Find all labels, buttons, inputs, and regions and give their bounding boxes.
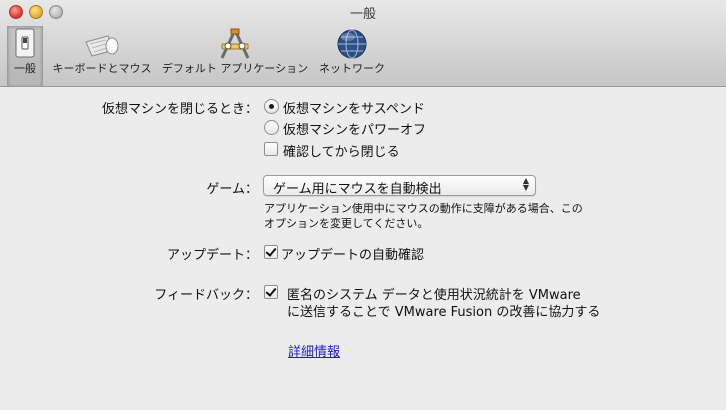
details-link[interactable]: 詳細情報 — [288, 341, 340, 360]
feedback-label: フィードバック： — [154, 288, 258, 303]
game-mouse-select[interactable]: ゲーム用にマウスを自動検出 ▲ ▼ — [263, 175, 536, 197]
confirm-before-close-label[interactable]: 確認してから閉じる — [283, 141, 400, 160]
applications-icon — [218, 28, 252, 64]
toolbar-item-label: デフォルト アプリケーション — [161, 62, 309, 75]
suspend-radio[interactable] — [264, 99, 279, 114]
network-globe-icon — [336, 28, 368, 64]
window-title: 一般 — [349, 7, 376, 22]
toolbar-item-keyboard-mouse[interactable]: キーボードとマウス — [50, 26, 154, 86]
auto-update-checkbox[interactable] — [264, 245, 278, 259]
suspend-option-label[interactable]: 仮想マシンをサスペンド — [283, 98, 425, 117]
toolbar-item-label: キーボードとマウス — [52, 62, 152, 75]
keyboard-mouse-icon — [82, 28, 122, 62]
power-off-option-label[interactable]: 仮想マシンをパワーオフ — [283, 119, 426, 138]
toolbar-item-network[interactable]: ネットワーク — [316, 26, 388, 86]
switch-icon — [14, 28, 36, 62]
toolbar-item-general[interactable]: 一般 — [7, 26, 43, 86]
feedback-checkbox[interactable] — [264, 285, 278, 299]
update-label: アップデート： — [166, 248, 258, 263]
preferences-content: 仮想マシンを閉じるとき： 仮想マシンをサスペンド 仮想マシンをパワーオフ 確認し… — [0, 87, 726, 410]
toolbar-item-label: ネットワーク — [319, 62, 385, 75]
toolbar-item-label: 一般 — [14, 62, 36, 75]
game-label: ゲーム： — [206, 182, 258, 197]
auto-update-label[interactable]: アップデートの自動確認 — [281, 244, 424, 263]
close-vm-label: 仮想マシンを閉じるとき： — [101, 102, 258, 117]
confirm-before-close-checkbox[interactable] — [264, 142, 278, 156]
power-off-radio[interactable] — [264, 120, 279, 135]
game-mouse-select-value: ゲーム用にマウスを自動検出 — [273, 182, 442, 197]
game-note-line2: オプションを変更してください。 — [264, 217, 429, 230]
updown-arrows-icon: ▲ ▼ — [522, 176, 529, 192]
toolbar-item-default-applications[interactable]: デフォルト アプリケーション — [160, 26, 310, 86]
game-note-line1: アプリケーション使用中にマウスの動作に支障がある場合、この — [264, 202, 583, 215]
preferences-window: 一般 一般 キーボードとマウス デフォルト アプリケーション ネットワーク 仮想… — [0, 0, 726, 410]
feedback-text-line2[interactable]: に送信することで VMware Fusion の改善に協力する — [287, 301, 600, 320]
title-bar: 一般 一般 キーボードとマウス デフォルト アプリケーション ネットワーク — [0, 0, 726, 87]
